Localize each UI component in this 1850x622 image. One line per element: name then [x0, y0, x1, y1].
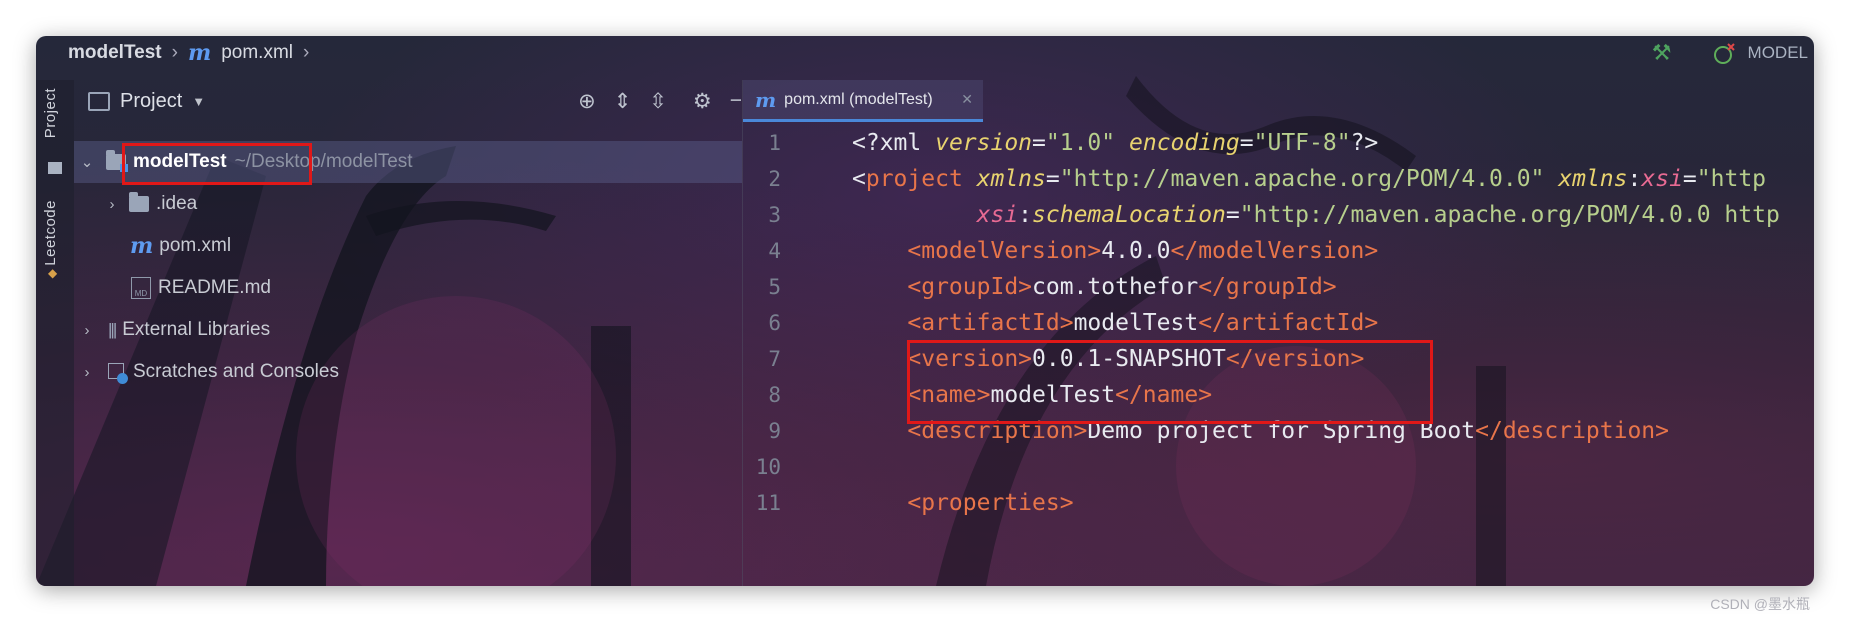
locate-file-icon[interactable]: ⊕ [578, 89, 596, 114]
chevron-right-icon: › [303, 42, 310, 63]
gear-icon[interactable]: ⚙ [693, 89, 712, 114]
line-number: 6 [768, 311, 781, 335]
breadcrumb-file[interactable]: pom.xml [221, 42, 293, 64]
chevron-down-icon[interactable]: ▼ [192, 94, 205, 109]
tree-item-pom[interactable]: m pom.xml [74, 225, 231, 267]
folder-icon [48, 162, 62, 174]
code-text: <groupId>com.tothefor</groupId> [907, 274, 1337, 300]
code-text: <properties> [907, 490, 1074, 516]
code-line[interactable]: 11 <properties> [743, 482, 1814, 524]
line-number: 8 [768, 383, 781, 407]
build-hammer-icon[interactable]: ⚒ [1652, 40, 1672, 66]
chevron-right-icon[interactable]: › [76, 322, 98, 339]
project-view-icon [88, 91, 110, 111]
close-icon[interactable]: ✕ [961, 91, 973, 108]
collapse-all-icon[interactable]: ⇳ [649, 89, 667, 114]
tree-item-label: External Libraries [122, 319, 271, 340]
line-number: 3 [768, 203, 781, 227]
project-panel: Project ▼ ⊕ ⇕ ⇳ ⚙ − ⌄ modelTest ~/Deskto… [74, 80, 742, 586]
tree-item-label: .idea [156, 193, 198, 214]
expand-all-icon[interactable]: ⇕ [614, 89, 632, 114]
code-text: xsi:schemaLocation="http://maven.apache.… [976, 202, 1780, 228]
code-text: <artifactId>modelTest</artifactId> [907, 310, 1379, 336]
line-number: 10 [755, 455, 781, 479]
left-tool-stripe: Project Leetcode ◆ [36, 80, 74, 586]
tab-label: pom.xml (modelTest) [784, 90, 933, 108]
line-number: 5 [768, 275, 781, 299]
watermark: CSDN @墨水瓶 [1710, 596, 1810, 612]
breadcrumb: modelTest › m pom.xml › [36, 40, 319, 66]
editor-area: m pom.xml (modelTest) ✕ 1 <?xml version="… [742, 80, 1814, 586]
leetcode-icon: ◆ [48, 266, 58, 280]
tree-item-label: pom.xml [159, 235, 232, 256]
line-number: 1 [768, 131, 781, 155]
highlight-box-coordinates [907, 340, 1433, 424]
code-text: <?xml version="1.0" encoding="UTF-8"?> [852, 130, 1379, 156]
tree-item-readme[interactable]: MD README.md [74, 267, 271, 309]
toolbar-right: ⚒ MODEL [1652, 36, 1814, 70]
line-number: 7 [768, 347, 781, 371]
tree-item-idea-folder[interactable]: › .idea [74, 183, 197, 225]
folder-icon [129, 192, 149, 212]
chevron-right-icon[interactable]: › [101, 196, 123, 213]
maven-file-icon: m [755, 87, 777, 112]
run-configuration-selector[interactable]: MODEL [1712, 42, 1814, 64]
maven-file-icon: m [187, 40, 212, 66]
line-number: 2 [768, 167, 781, 191]
editor-tab-bar: m pom.xml (modelTest) ✕ [743, 80, 1814, 122]
run-configuration-label: MODEL [1747, 43, 1808, 62]
highlight-box-module [122, 143, 312, 185]
code-text: <project xmlns="http://maven.apache.org/… [852, 166, 1767, 192]
line-number: 4 [768, 239, 781, 263]
markdown-file-icon: MD [131, 277, 151, 299]
maven-file-icon: m [130, 233, 154, 259]
panel-toolbar: ⊕ ⇕ ⇳ ⚙ − [578, 80, 742, 122]
scratches-icon [108, 363, 128, 384]
tree-item-external-libraries[interactable]: › ||| External Libraries [74, 309, 271, 351]
line-number: 9 [768, 419, 781, 443]
libraries-icon: ||| [108, 320, 117, 339]
breadcrumb-project[interactable]: modelTest [68, 42, 162, 64]
project-tool-tab[interactable]: Project [42, 88, 59, 138]
navigation-bar: modelTest › m pom.xml › ⚒ MODEL [36, 36, 1814, 70]
tab-pom-xml[interactable]: m pom.xml (modelTest) ✕ [743, 80, 983, 122]
tree-item-label: README.md [158, 277, 271, 298]
leetcode-tool-tab[interactable]: Leetcode [42, 200, 59, 266]
hide-panel-icon[interactable]: − [730, 89, 742, 113]
spring-boot-run-icon [1713, 43, 1735, 64]
ide-window: modelTest › m pom.xml › ⚒ MODEL Project … [36, 36, 1814, 586]
project-panel-header: Project ▼ ⊕ ⇕ ⇳ ⚙ − [74, 80, 742, 122]
code-text: <modelVersion>4.0.0</modelVersion> [907, 238, 1379, 264]
chevron-down-icon[interactable]: ⌄ [76, 153, 98, 171]
tree-item-label: Scratches and Consoles [133, 361, 339, 382]
tree-item-scratches[interactable]: › Scratches and Consoles [74, 351, 339, 393]
chevron-right-icon: › [171, 42, 178, 63]
project-view-selector[interactable]: Project [120, 90, 182, 113]
line-number: 11 [755, 491, 781, 515]
chevron-right-icon[interactable]: › [76, 364, 98, 381]
